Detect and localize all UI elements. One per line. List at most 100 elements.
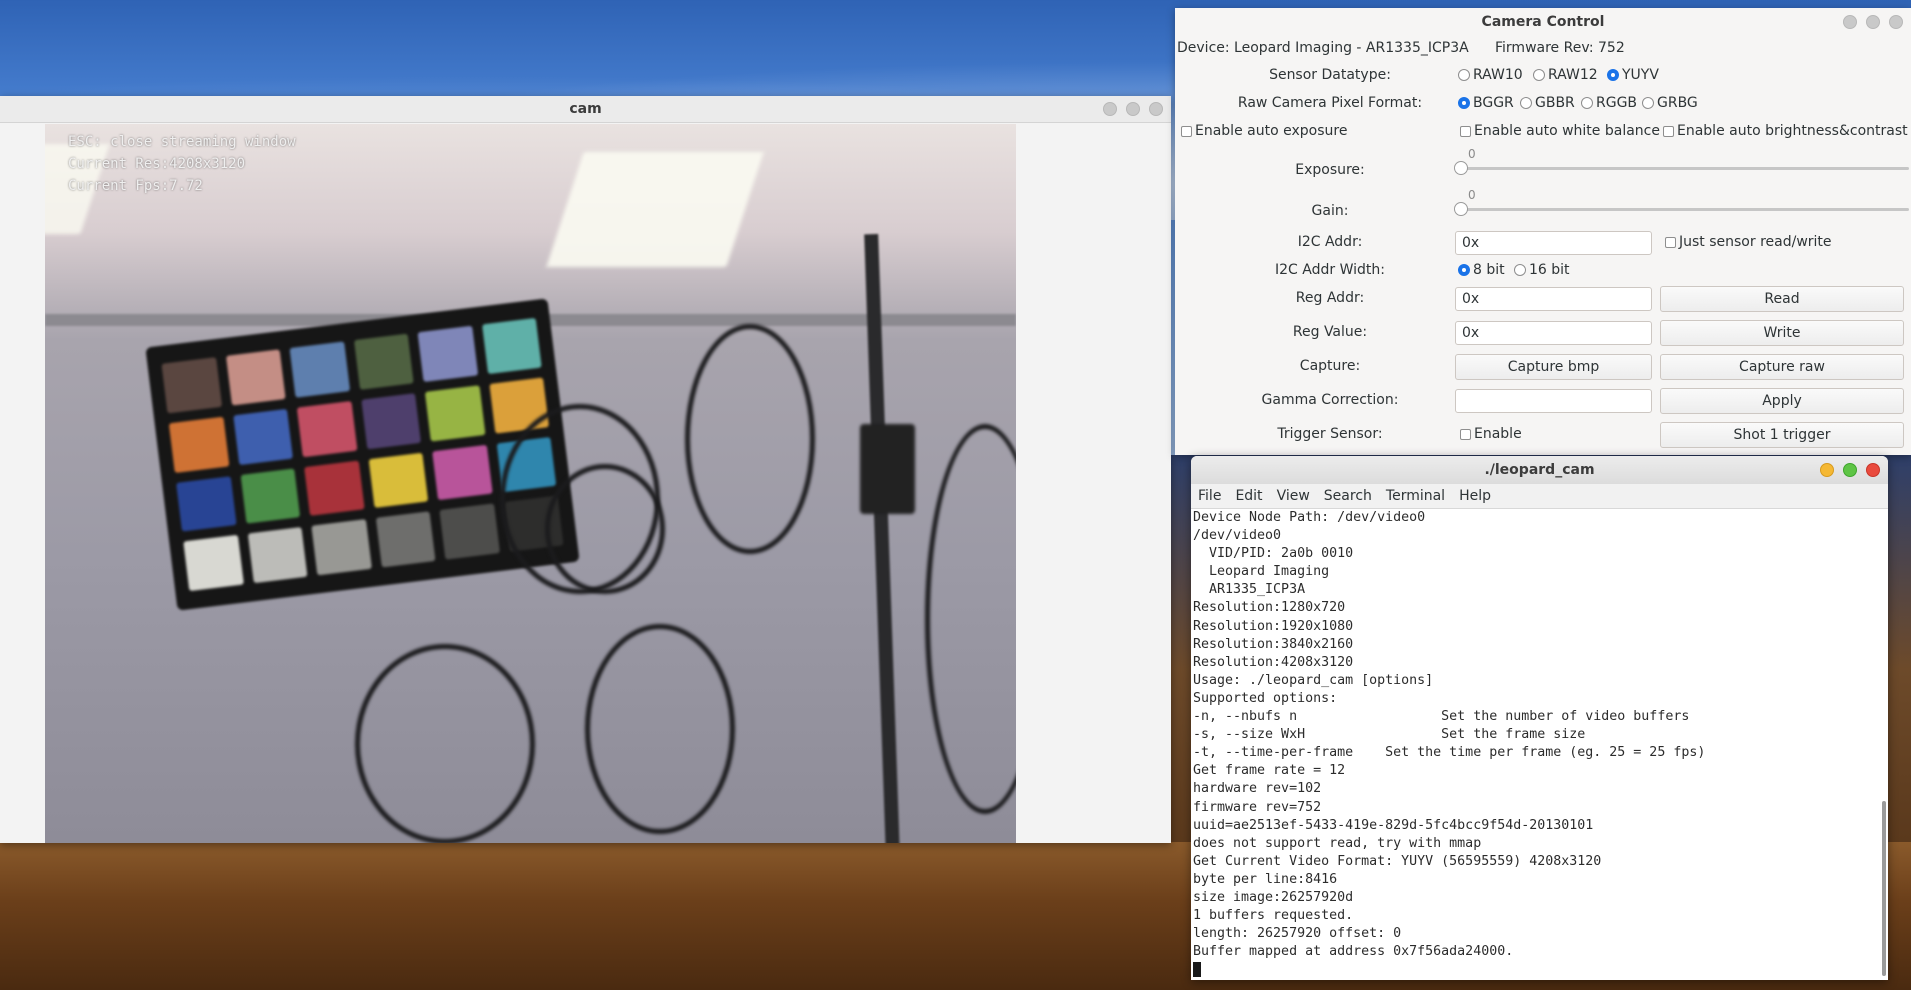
minimize-button[interactable] xyxy=(1820,463,1834,477)
terminal-line: byte per line:8416 xyxy=(1193,871,1338,887)
i2c-addr-input[interactable]: 0x xyxy=(1455,231,1652,255)
radio-raw10[interactable]: RAW10 xyxy=(1458,67,1523,83)
reg-addr-label: Reg Addr: xyxy=(1295,290,1365,306)
terminal-line: Buffer mapped at address 0x7f56ada24000. xyxy=(1193,944,1514,960)
terminal-line: Get Current Video Format: YUYV (56595559… xyxy=(1193,853,1602,869)
exposure-value: 0 xyxy=(1468,147,1476,161)
terminal-line: -s, --size WxH Set the frame size xyxy=(1193,727,1586,743)
cable-coil xyxy=(545,464,665,594)
radio-selected-icon xyxy=(1607,69,1619,81)
menu-view[interactable]: View xyxy=(1270,488,1317,504)
write-button[interactable]: Write xyxy=(1660,320,1904,346)
gamma-input[interactable] xyxy=(1455,389,1652,413)
overlay-resolution: Current Res:4208x3120 xyxy=(68,156,246,172)
trigger-enable-label: Enable xyxy=(1474,426,1522,442)
terminal-line: Usage: ./leopard_cam [options] xyxy=(1193,672,1434,688)
radio-gbbr[interactable]: GBBR xyxy=(1520,95,1575,111)
menu-file[interactable]: File xyxy=(1191,488,1228,504)
device-label: Device: Leopard Imaging - AR1335_ICP3A xyxy=(1177,40,1469,56)
checkbox-icon xyxy=(1181,125,1192,137)
terminal-menubar: File Edit View Search Terminal Help xyxy=(1191,484,1888,509)
just-sensor-checkbox[interactable]: Just sensor read/write xyxy=(1665,234,1832,250)
reg-value-input[interactable]: 0x xyxy=(1455,321,1652,345)
terminal-line: firmware rev=752 xyxy=(1193,799,1322,815)
camera-stream-view: ESC: close streaming window Current Res:… xyxy=(45,124,1016,843)
terminal-titlebar[interactable]: ./leopard_cam xyxy=(1191,456,1888,484)
maximize-button[interactable] xyxy=(1843,463,1857,477)
color-patch xyxy=(432,444,493,501)
menu-edit[interactable]: Edit xyxy=(1228,488,1269,504)
radio-yuyv[interactable]: YUYV xyxy=(1607,67,1659,83)
auto-brightness-contrast-checkbox[interactable]: Enable auto brightness&contrast xyxy=(1663,123,1908,139)
radio-icon xyxy=(1581,97,1593,109)
color-patch xyxy=(304,460,365,517)
cable-coil xyxy=(355,644,535,843)
checkbox-icon xyxy=(1460,428,1471,440)
radio-raw12[interactable]: RAW12 xyxy=(1533,67,1598,83)
pixel-format-label: Raw Camera Pixel Format: xyxy=(1237,95,1423,111)
terminal-line: Supported options: xyxy=(1193,690,1338,706)
close-button[interactable] xyxy=(1149,102,1163,116)
color-patch xyxy=(360,392,421,449)
minimize-button[interactable] xyxy=(1103,102,1117,116)
read-button[interactable]: Read xyxy=(1660,286,1904,312)
terminal-line: -n, --nbufs n Set the number of video bu… xyxy=(1193,709,1690,725)
color-patch xyxy=(176,475,237,532)
radio-icon xyxy=(1642,97,1654,109)
exposure-slider[interactable] xyxy=(1461,167,1909,170)
reg-addr-input[interactable]: 0x xyxy=(1455,287,1652,311)
terminal-window-buttons xyxy=(1820,463,1880,477)
auto-exposure-checkbox[interactable]: Enable auto exposure xyxy=(1181,123,1347,139)
minimize-button[interactable] xyxy=(1843,15,1857,29)
terminal-line: -t, --time-per-frame Set the time per fr… xyxy=(1193,745,1706,761)
radio-selected-icon xyxy=(1458,97,1470,109)
shot-trigger-button[interactable]: Shot 1 trigger xyxy=(1660,422,1904,448)
terminal-line: uuid=ae2513ef-5433-419e-829d-5fc4bcc9f54… xyxy=(1193,817,1594,833)
color-patch xyxy=(232,408,293,465)
maximize-button[interactable] xyxy=(1126,102,1140,116)
close-button[interactable] xyxy=(1889,15,1903,29)
radio-8bit[interactable]: 8 bit xyxy=(1458,262,1505,278)
auto-white-balance-checkbox[interactable]: Enable auto white balance xyxy=(1460,123,1660,139)
firmware-label: Firmware Rev: 752 xyxy=(1495,40,1625,56)
radio-rggb[interactable]: RGGB xyxy=(1581,95,1637,111)
color-patch xyxy=(353,333,414,390)
trigger-enable-checkbox[interactable]: Enable xyxy=(1460,426,1522,442)
radio-gbbr-label: GBBR xyxy=(1535,95,1575,111)
radio-bggr[interactable]: BGGR xyxy=(1458,95,1514,111)
exposure-label: Exposure: xyxy=(1295,162,1365,178)
terminal-line: Get frame rate = 12 xyxy=(1193,763,1346,779)
menu-search[interactable]: Search xyxy=(1317,488,1379,504)
apply-button[interactable]: Apply xyxy=(1660,388,1904,414)
radio-8bit-label: 8 bit xyxy=(1473,262,1505,278)
capture-bmp-button[interactable]: Capture bmp xyxy=(1455,354,1652,380)
gain-slider-knob[interactable] xyxy=(1454,202,1468,216)
terminal-scrollbar[interactable] xyxy=(1882,801,1886,976)
exposure-slider-knob[interactable] xyxy=(1454,161,1468,175)
radio-icon xyxy=(1514,264,1526,276)
maximize-button[interactable] xyxy=(1866,15,1880,29)
color-patch xyxy=(247,527,308,584)
terminal-line: Resolution:1280x720 xyxy=(1193,600,1346,616)
terminal-line: VID/PID: 2a0b 0010 xyxy=(1193,546,1354,562)
color-patch xyxy=(240,467,301,524)
sensor-datatype-label: Sensor Datatype: xyxy=(1269,67,1391,83)
terminal-output[interactable]: Device Node Path: /dev/video0/dev/video0… xyxy=(1191,509,1883,980)
terminal-line: Resolution:1920x1080 xyxy=(1193,618,1354,634)
capture-raw-button[interactable]: Capture raw xyxy=(1660,354,1904,380)
menu-terminal[interactable]: Terminal xyxy=(1379,488,1452,504)
color-patch xyxy=(417,325,478,382)
cam-titlebar[interactable]: cam xyxy=(0,96,1171,123)
radio-16bit[interactable]: 16 bit xyxy=(1514,262,1570,278)
terminal-line: Resolution:4208x3120 xyxy=(1193,654,1354,670)
terminal-line: Resolution:3840x2160 xyxy=(1193,636,1354,652)
terminal-prompt-line[interactable] xyxy=(1193,961,1883,979)
cam-window: cam ESC: close streaming window Current … xyxy=(0,96,1171,843)
close-button[interactable] xyxy=(1866,463,1880,477)
i2c-addr-label: I2C Addr: xyxy=(1297,234,1363,250)
gain-slider[interactable] xyxy=(1461,208,1909,211)
camera-control-title: Camera Control xyxy=(1481,14,1605,30)
camera-control-titlebar[interactable]: Camera Control xyxy=(1175,8,1911,36)
menu-help[interactable]: Help xyxy=(1452,488,1498,504)
radio-grbg[interactable]: GRBG xyxy=(1642,95,1698,111)
